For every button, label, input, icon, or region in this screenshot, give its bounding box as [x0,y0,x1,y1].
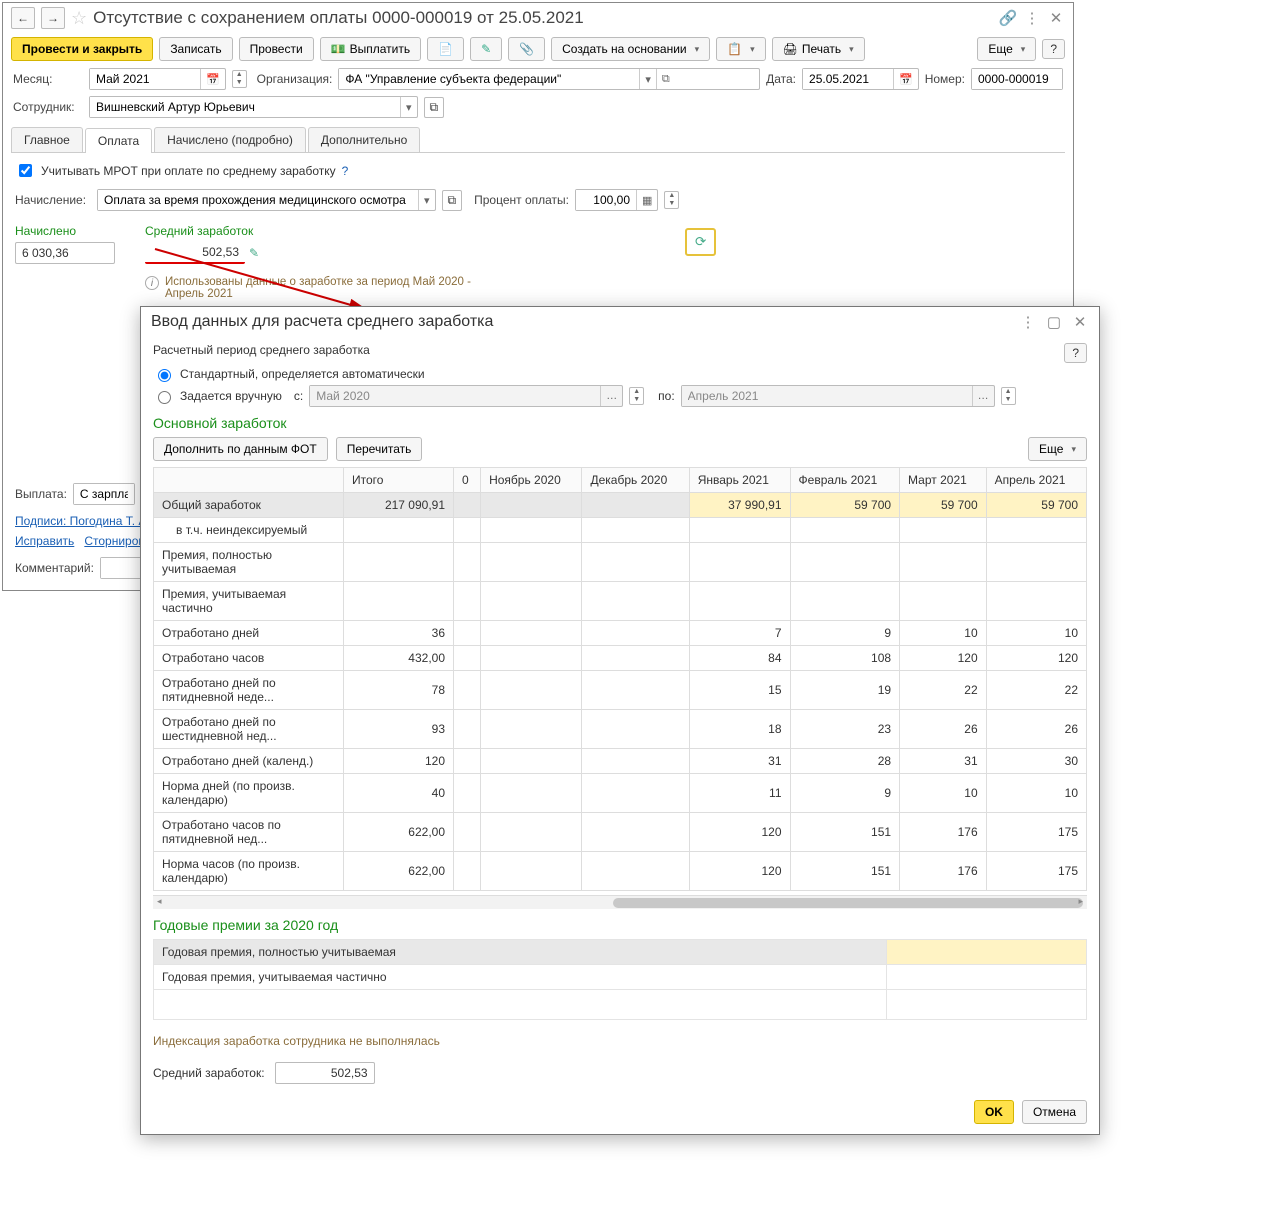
org-label: Организация: [257,72,333,86]
radio-manual[interactable] [158,391,171,404]
section-annual: Годовые премии за 2020 год [153,917,1087,933]
accrued-label: Начислено [15,224,115,238]
nav-back[interactable]: ← [11,7,35,29]
menu-icon[interactable]: ⋮ [1023,9,1041,27]
annual-row[interactable]: Годовая премия, учитываемая частично [154,965,887,990]
post-close-button[interactable]: Провести и закрыть [11,37,153,61]
date-field[interactable]: 📅 [802,68,919,90]
org-field[interactable]: ▾ ⧉ [338,68,760,90]
accrued-value[interactable]: 6 030,36 [15,242,115,264]
from-field [310,386,600,406]
nav-forward[interactable]: → [41,7,65,29]
open-icon[interactable]: ⧉ [424,97,445,118]
post-button[interactable]: Провести [239,37,314,61]
dropdown-icon[interactable]: ▾ [400,97,417,117]
edit-icon-button[interactable]: ✎ [470,37,502,61]
close-icon[interactable]: ✕ [1071,313,1089,331]
pay-button[interactable]: 💵Выплатить [320,37,421,61]
refresh-button[interactable]: ⟳ [685,228,716,256]
payout-label: Выплата: [15,487,67,501]
radio-auto[interactable] [158,369,171,382]
more-button[interactable]: Еще [977,37,1036,61]
annual-row[interactable]: Годовая премия, полностью учитываемая [154,940,887,965]
date-label: Дата: [766,72,796,86]
tab-2[interactable]: Начислено (подробно) [154,127,306,152]
star-icon[interactable]: ☆ [71,8,87,29]
avg-earnings-dialog: Ввод данных для расчета среднего заработ… [140,306,1100,1135]
write-button[interactable]: Записать [159,37,232,61]
avg-value[interactable]: 502,53 [145,242,245,264]
list-icon-button[interactable]: 📄 [427,37,464,61]
maximize-icon[interactable]: ▢ [1045,313,1063,331]
month-label: Месяц: [13,72,83,86]
help-icon[interactable]: ? [1042,39,1065,59]
open-icon[interactable]: ⧉ [442,190,463,211]
window-title: Отсутствие с сохранением оплаты 0000-000… [93,8,993,28]
percent-label: Процент оплаты: [474,193,569,207]
supplement-button[interactable]: Дополнить по данным ФОТ [153,437,328,461]
period-label: Расчетный период среднего заработка [153,343,370,357]
avg-footer-label: Средний заработок: [153,1066,265,1080]
cancel-button[interactable]: Отмена [1022,1100,1087,1124]
dropdown-icon[interactable]: ▾ [418,190,435,210]
info-icon: i [145,276,159,290]
h-scrollbar[interactable]: ◂ ▸ [153,895,1087,909]
month-stepper[interactable]: ▲▼ [232,70,247,88]
mrot-label: Учитывать МРОТ при оплате по среднему за… [41,164,336,178]
from-stepper: ▲▼ [629,387,644,405]
tab-1[interactable]: Оплата [85,128,152,153]
number-field[interactable] [971,68,1063,90]
to-field [682,386,972,406]
fix-link[interactable]: Исправить [15,534,74,548]
to-stepper: ▲▼ [1001,387,1016,405]
month-field[interactable]: 📅 [89,68,226,90]
mrot-checkbox[interactable] [19,164,32,177]
more-button[interactable]: Еще [1028,437,1087,461]
close-icon[interactable]: ✕ [1047,9,1065,27]
payout-field[interactable] [73,483,135,505]
help-link[interactable]: ? [342,164,349,178]
open-icon[interactable]: ⧉ [656,69,675,89]
calc-icon[interactable]: ▦ [636,190,657,210]
calendar-icon[interactable]: 📅 [893,69,918,89]
help-icon[interactable]: ? [1064,343,1087,363]
percent-field[interactable]: ▦ [575,189,658,211]
link-icon[interactable]: 🔗 [999,9,1017,27]
copy-icon-button[interactable]: 📋 [716,37,765,61]
info-text: Использованы данные о заработке за перио… [165,276,505,300]
section-main: Основной заработок [153,415,1087,431]
accrual-label: Начисление: [15,193,91,207]
recalc-button[interactable]: Перечитать [336,437,423,461]
menu-icon[interactable]: ⋮ [1019,313,1037,331]
attach-icon-button[interactable]: 📎 [508,37,545,61]
earnings-table[interactable]: Итого0Ноябрь 2020Декабрь 2020Январь 2021… [153,467,1087,891]
employee-field[interactable]: ▾ [89,96,418,118]
number-label: Номер: [925,72,965,86]
employee-label: Сотрудник: [13,100,83,114]
calendar-icon[interactable]: 📅 [200,69,225,89]
tab-0[interactable]: Главное [11,127,83,152]
percent-stepper[interactable]: ▲▼ [664,191,679,209]
accrual-field[interactable]: ▾ [97,189,436,211]
avg-footer-value: 502,53 [275,1062,375,1084]
pencil-icon[interactable]: ✎ [249,246,259,260]
indexation-note: Индексация заработка сотрудника не выпол… [153,1034,1087,1048]
avg-label: Средний заработок [145,224,505,238]
signatures-link[interactable]: Подписи: Погодина Т. А [15,514,146,528]
comment-label: Комментарий: [15,561,94,575]
ok-button[interactable]: OK [974,1100,1014,1124]
print-button[interactable]: 🖨Печать [772,37,865,61]
create-based-button[interactable]: Создать на основании [551,37,710,61]
tab-3[interactable]: Дополнительно [308,127,420,152]
annual-table[interactable]: Годовая премия, полностью учитываемая Го… [153,939,1087,1020]
dialog-title: Ввод данных для расчета среднего заработ… [151,313,1011,331]
dropdown-icon[interactable]: ▾ [639,69,656,89]
